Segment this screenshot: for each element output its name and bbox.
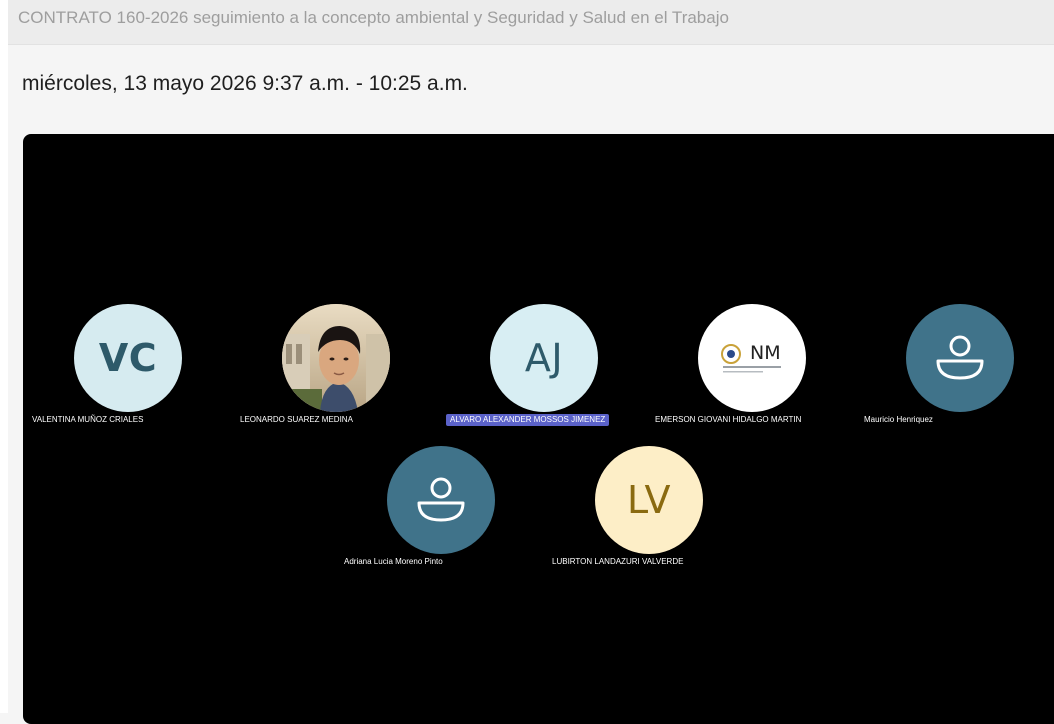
profile-photo-icon <box>282 304 390 412</box>
participant-avatar[interactable] <box>387 446 495 554</box>
participant-avatar[interactable]: VC <box>74 304 182 412</box>
participant-avatar[interactable] <box>282 304 390 412</box>
participant-avatar[interactable]: LV <box>595 446 703 554</box>
meeting-stage: VC VALENTINA MUÑOZ CRIALES LEONARDO SUAR… <box>23 134 1054 724</box>
participant-avatar[interactable]: AJ <box>490 304 598 412</box>
participant-name: EMERSON GIOVANI HIDALGO MARTIN <box>655 415 802 424</box>
participant-avatar[interactable]: NM <box>698 304 806 412</box>
participant-avatar[interactable] <box>906 304 1014 412</box>
meeting-title: CONTRATO 160-2026 seguimiento a la conce… <box>18 8 729 27</box>
participant-name: LUBIRTON LANDAZURI VALVERDE <box>552 557 684 566</box>
logo-text: NM <box>750 342 781 364</box>
participant-name: LEONARDO SUAREZ MEDINA <box>240 415 353 424</box>
avatar-initials: VC <box>98 336 158 380</box>
participant-name: Adriana Lucia Moreno Pinto <box>344 557 443 566</box>
participant-name-speaking: ALVARO ALEXANDER MOSSOS JIMENEZ <box>446 414 610 426</box>
title-bar: CONTRATO 160-2026 seguimiento a la conce… <box>8 0 1054 45</box>
meeting-datetime: miércoles, 13 mayo 2026 9:37 a.m. - 10:2… <box>22 72 468 95</box>
participant-name: Mauricio Henriquez <box>864 415 933 424</box>
person-icon <box>936 335 984 380</box>
participant-name: VALENTINA MUÑOZ CRIALES <box>32 415 144 424</box>
avatar-initials: LV <box>627 478 671 522</box>
person-icon <box>417 477 465 522</box>
window-left-edge <box>0 0 8 713</box>
avatar-initials: AJ <box>524 336 564 380</box>
